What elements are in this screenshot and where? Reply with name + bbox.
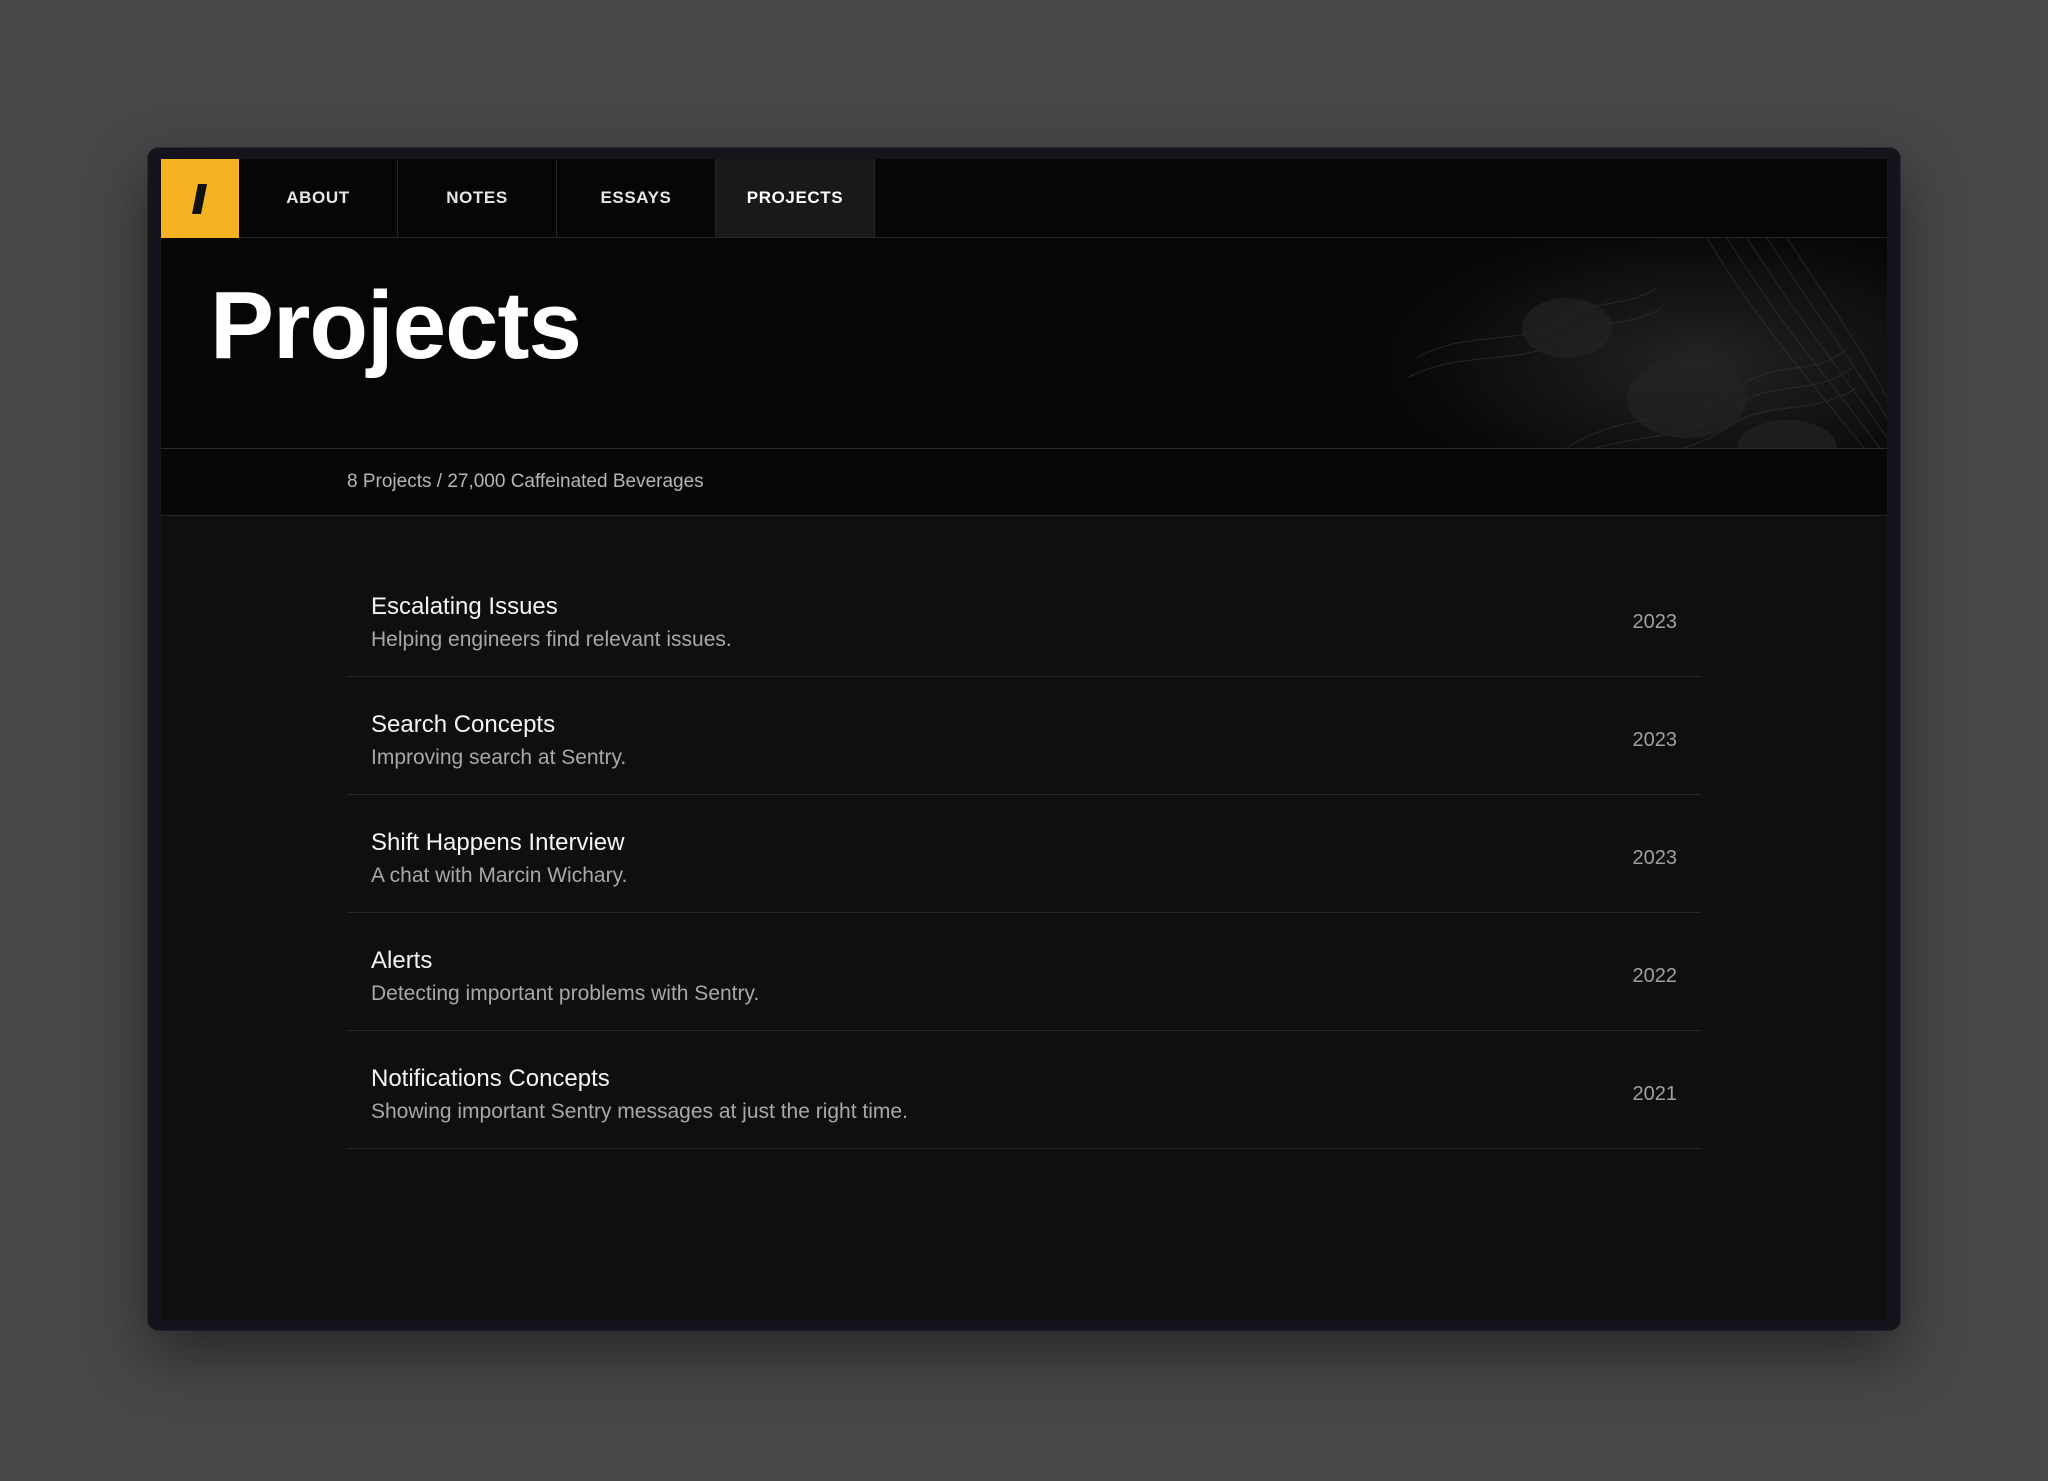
project-row-escalating-issues[interactable]: Escalating Issues Helping engineers find… bbox=[347, 559, 1701, 677]
page-title: Projects bbox=[210, 272, 582, 379]
project-year: 2022 bbox=[1632, 965, 1678, 987]
project-row-alerts[interactable]: Alerts Detecting important problems with… bbox=[347, 913, 1701, 1031]
project-title: Shift Happens Interview bbox=[371, 829, 625, 856]
project-stats: 8 Projects / 27,000 Caffeinated Beverage… bbox=[347, 471, 704, 492]
nav-item-projects[interactable]: PROJECTS bbox=[716, 159, 875, 237]
stats-bar: 8 Projects / 27,000 Caffeinated Beverage… bbox=[161, 449, 1887, 516]
nav-item-notes[interactable]: NOTES bbox=[398, 159, 557, 237]
project-description: Detecting important problems with Sentry… bbox=[371, 982, 760, 1005]
project-year: 2021 bbox=[1632, 1083, 1678, 1105]
project-title: Notifications Concepts bbox=[371, 1065, 610, 1092]
topographic-art bbox=[1267, 238, 1887, 448]
logo-home-link[interactable] bbox=[161, 159, 239, 238]
hero-header: Projects bbox=[161, 238, 1887, 449]
project-description: Showing important Sentry messages at jus… bbox=[371, 1100, 908, 1123]
project-description: Improving search at Sentry. bbox=[371, 746, 627, 769]
slash-logo-icon bbox=[192, 183, 207, 214]
nav-item-essays[interactable]: ESSAYS bbox=[557, 159, 716, 237]
page-window: ABOUT NOTES ESSAYS PROJECTS Projects 8 P… bbox=[161, 159, 1887, 1320]
project-description: A chat with Marcin Wichary. bbox=[371, 864, 628, 887]
project-year: 2023 bbox=[1632, 611, 1678, 633]
project-title: Search Concepts bbox=[371, 711, 556, 738]
project-row-notifications-concepts[interactable]: Notifications Concepts Showing important… bbox=[347, 1031, 1701, 1149]
project-description: Helping engineers find relevant issues. bbox=[371, 628, 732, 651]
nav-item-about[interactable]: ABOUT bbox=[239, 159, 398, 237]
project-year: 2023 bbox=[1632, 729, 1678, 751]
project-title: Escalating Issues bbox=[371, 593, 558, 620]
project-title: Alerts bbox=[371, 947, 433, 974]
project-row-search-concepts[interactable]: Search Concepts Improving search at Sent… bbox=[347, 677, 1701, 795]
project-list: Escalating Issues Helping engineers find… bbox=[347, 559, 1701, 1149]
project-year: 2023 bbox=[1632, 847, 1678, 869]
top-nav: ABOUT NOTES ESSAYS PROJECTS bbox=[161, 159, 1887, 238]
project-row-shift-happens-interview[interactable]: Shift Happens Interview A chat with Marc… bbox=[347, 795, 1701, 913]
